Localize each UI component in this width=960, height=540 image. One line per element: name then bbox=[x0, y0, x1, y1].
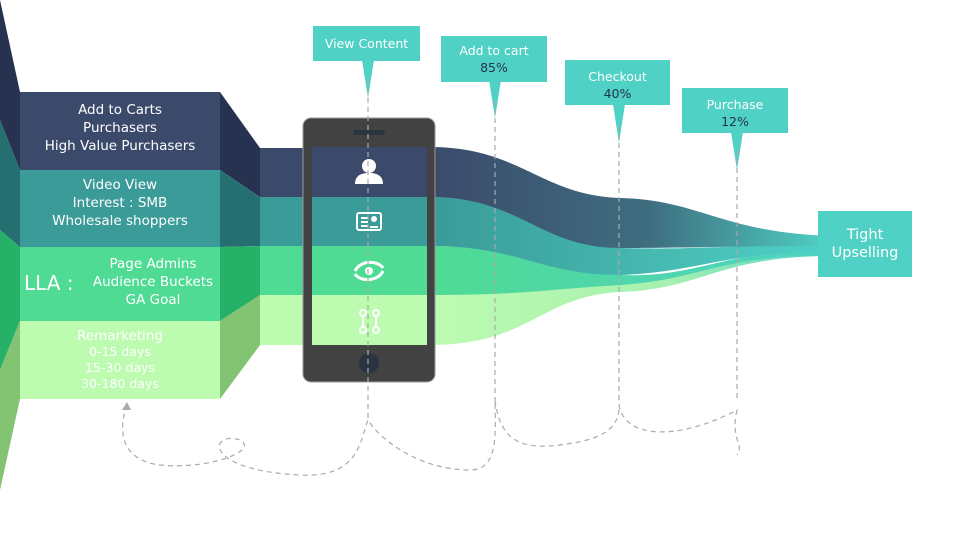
segment-label-3: Remarketing 0-15 days 15-30 days 30-180 … bbox=[20, 328, 220, 392]
callout-view-content: View Content bbox=[313, 26, 420, 61]
screen-teal bbox=[312, 197, 427, 246]
callout-purchase: Purchase 12% bbox=[682, 88, 788, 133]
segment-line: 0-15 days bbox=[89, 344, 151, 359]
result-line: Upselling bbox=[831, 245, 899, 261]
segment-label-2: Page Admins Audience Buckets GA Goal bbox=[78, 255, 228, 309]
segment-line: Wholesale shoppers bbox=[52, 213, 188, 229]
stage-value: 85% bbox=[480, 60, 508, 75]
segment-label-1: Video View Interest : SMB Wholesale shop… bbox=[20, 176, 220, 230]
callout-checkout: Checkout 40% bbox=[565, 60, 670, 105]
segment-prefix-lla: LLA : bbox=[24, 271, 74, 295]
segment-line: 30-180 days bbox=[81, 376, 159, 391]
segment-line: Remarketing bbox=[77, 328, 163, 344]
result-line: Tight bbox=[846, 227, 884, 243]
stage-label: View Content bbox=[324, 36, 409, 51]
callout-add-to-cart: Add to cart 85% bbox=[441, 36, 547, 82]
phone-home-button[interactable] bbox=[359, 353, 379, 373]
segment-line: Video View bbox=[82, 177, 158, 193]
segment-line: 15-30 days bbox=[85, 360, 155, 375]
segment-line: GA Goal bbox=[125, 292, 181, 308]
phone-speaker bbox=[353, 130, 385, 135]
segment-label-0: Add to Carts Purchasers High Value Purch… bbox=[20, 101, 220, 155]
arrow-up-icon bbox=[122, 402, 131, 410]
stage-value: 40% bbox=[603, 86, 632, 101]
segment-line: Add to Carts bbox=[78, 102, 162, 118]
screen-light bbox=[312, 295, 427, 345]
funnel-diagram: Add to Carts Purchasers High Value Purch… bbox=[0, 0, 960, 540]
stage-value: 12% bbox=[721, 114, 749, 129]
segment-line: Purchasers bbox=[83, 120, 157, 136]
segment-line: High Value Purchasers bbox=[44, 138, 196, 154]
stage-label: Add to cart bbox=[459, 43, 529, 58]
stage-label: Checkout bbox=[588, 69, 647, 84]
segment-line: Page Admins bbox=[109, 256, 197, 272]
result-box: Tight Upselling bbox=[818, 211, 912, 277]
segment-line: Interest : SMB bbox=[72, 195, 168, 211]
segment-line: Audience Buckets bbox=[92, 274, 214, 290]
stage-label: Purchase bbox=[706, 97, 764, 112]
